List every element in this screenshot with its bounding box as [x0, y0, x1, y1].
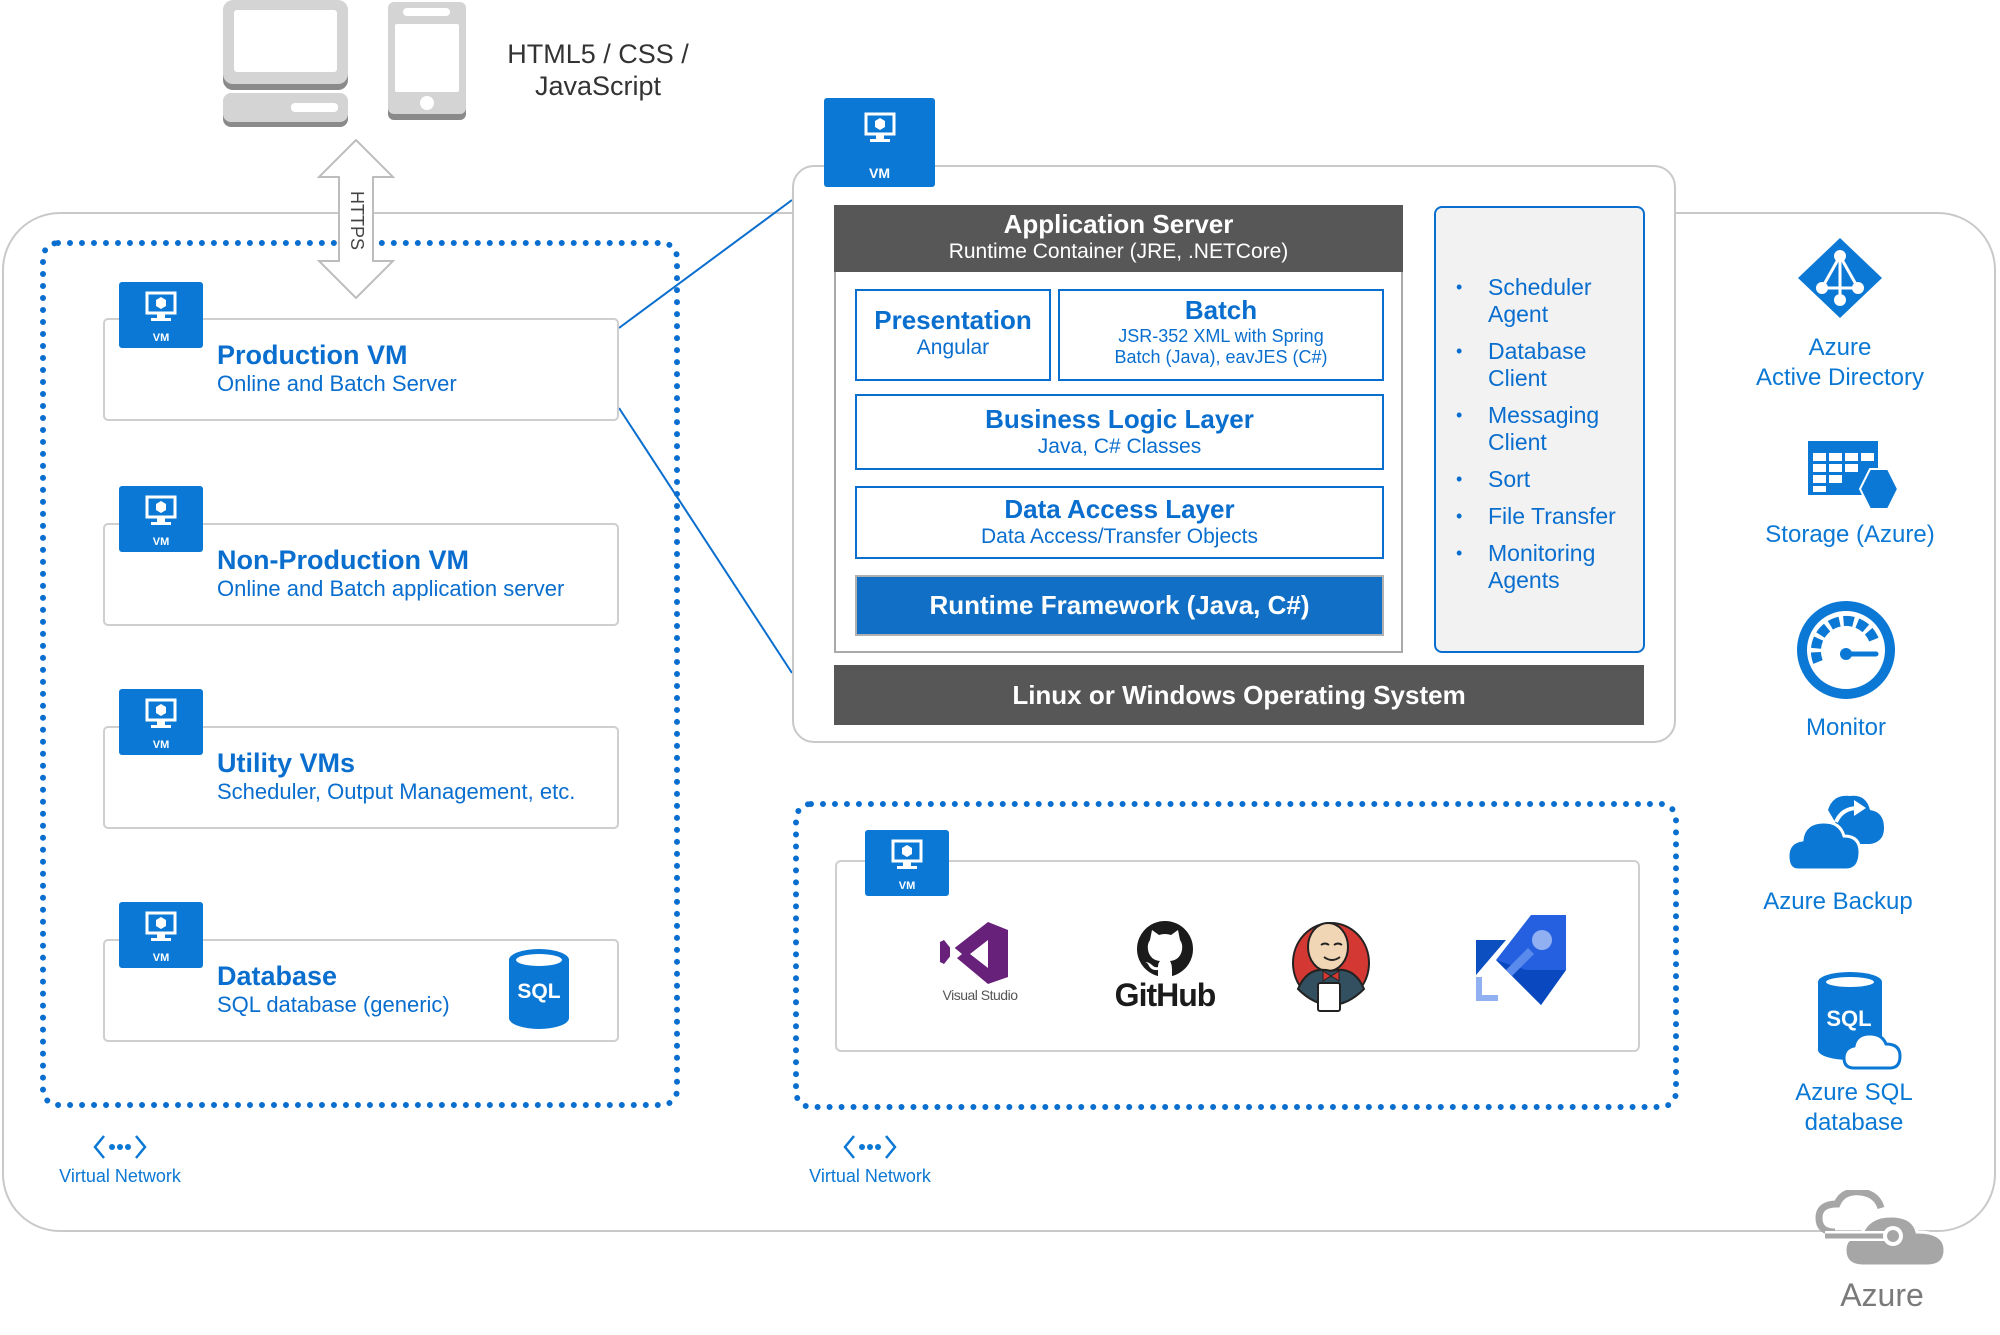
layer-subtitle: JSR-352 XML with Spring [1118, 326, 1324, 346]
vm-label: VM [152, 952, 170, 964]
sql-icon-text: SQL [1826, 1006, 1872, 1031]
vm-label: VM [152, 739, 170, 751]
agent-item: Database Client [1436, 338, 1643, 392]
azure-brand-label: Azure [1840, 1277, 1924, 1313]
layer-title: Batch [1184, 295, 1258, 325]
layer-batch[interactable]: Batch JSR-352 XML with Spring Batch (Jav… [1058, 289, 1384, 381]
https-label: HTTPS [347, 191, 367, 251]
layer-runtime-framework[interactable]: Runtime Framework (Java, C#) [855, 575, 1384, 636]
monitor-gauge-icon [1797, 601, 1895, 699]
https-arrow: HTTPS [316, 138, 396, 300]
virtual-network-devops-label: Virtual Network [790, 1133, 950, 1187]
vm-icon: VM [865, 830, 949, 896]
layer-presentation[interactable]: Presentation Angular [855, 289, 1051, 381]
service-label: Azure SQL [1795, 1079, 1913, 1106]
azure-backup-icon [1786, 795, 1884, 872]
azure-service-storage[interactable]: Storage (Azure) [1740, 441, 1960, 550]
vm-subtitle: Online and Batch Server [217, 371, 457, 396]
layer-title: Presentation [874, 305, 1032, 335]
service-label: Active Directory [1755, 364, 1925, 391]
azure-service-active-directory[interactable]: Azure Active Directory [1740, 238, 1940, 393]
vm-icon: VM [119, 486, 203, 552]
vm-icon: VM [119, 689, 203, 755]
visual-studio-label: Visual Studio [942, 987, 1018, 1003]
storage-icon [1808, 441, 1900, 510]
layer-subtitle: Data Access/Transfer Objects [981, 525, 1258, 548]
agent-item: Scheduler Agent [1436, 274, 1643, 328]
azure-service-monitor[interactable]: Monitor [1746, 600, 1946, 743]
azure-brand: Azure [1812, 1188, 1952, 1314]
visual-studio-icon[interactable]: Visual Studio [935, 922, 1025, 1012]
vm-title: Database [217, 961, 338, 991]
virtual-network-icon [843, 1135, 897, 1159]
layer-title: Runtime Framework (Java, C#) [929, 590, 1310, 620]
layer-title: Business Logic Layer [985, 404, 1254, 434]
sql-icon-text: SQL [517, 980, 561, 1003]
layer-subtitle: Java, C# Classes [1037, 435, 1202, 458]
sql-database-icon: SQL [508, 948, 570, 1030]
layer-data-access[interactable]: Data Access Layer Data Access/Transfer O… [855, 486, 1384, 559]
layer-subtitle: Batch (Java), eavJES (C#) [1114, 347, 1328, 367]
vm-title: Utility VMs [217, 748, 356, 778]
vm-title: Production VM [217, 340, 408, 370]
service-label: Monitor [1805, 714, 1887, 741]
app-server-title: Application Server [1003, 209, 1234, 239]
vm-subtitle: Online and Batch application server [217, 576, 565, 601]
agent-item: File Transfer [1436, 503, 1643, 530]
azure-service-sql-database[interactable]: SQL Azure SQL database [1754, 972, 1954, 1138]
virtual-network-left-label: Virtual Network [40, 1133, 200, 1187]
vm-label: VM [869, 165, 890, 181]
layer-subtitle: Angular [916, 336, 990, 359]
virtual-network-icon [93, 1135, 147, 1159]
app-server-subtitle: Runtime Container (JRE, .NETCore) [948, 240, 1289, 263]
virtual-network-label: Virtual Network [809, 1166, 931, 1186]
agents-panel: Scheduler Agent Database Client Messagin… [1434, 206, 1645, 653]
vm-label: VM [898, 880, 916, 892]
agent-item: Monitoring Agents [1436, 540, 1643, 594]
vm-icon: VM [824, 98, 935, 187]
layer-title: Data Access Layer [1004, 494, 1235, 524]
vm-subtitle: SQL database (generic) [217, 992, 450, 1017]
virtual-network-label: Virtual Network [59, 1166, 181, 1186]
app-server-header: Application Server Runtime Container (JR… [834, 205, 1403, 272]
jenkins-icon[interactable] [1288, 913, 1374, 1013]
agents-list: Scheduler Agent Database Client Messagin… [1436, 274, 1643, 594]
vm-title: Non-Production VM [217, 545, 469, 575]
vm-subtitle: Scheduler, Output Management, etc. [217, 779, 576, 804]
azure-active-directory-icon [1798, 238, 1882, 318]
github-label: GitHub [1114, 977, 1217, 1013]
agent-item: Messaging Client [1436, 402, 1643, 456]
agent-item: Sort [1436, 466, 1643, 493]
vm-label: VM [152, 332, 170, 344]
service-label: Storage (Azure) [1765, 521, 1935, 548]
azure-service-backup[interactable]: Azure Backup [1738, 790, 1938, 917]
vm-icon: VM [119, 282, 203, 348]
vm-icon: VM [119, 902, 203, 968]
vm-label: VM [152, 536, 170, 548]
azure-cloud-icon [1815, 1188, 1947, 1268]
github-icon[interactable]: GitHub [1110, 920, 1220, 1013]
service-label: Azure Backup [1763, 888, 1913, 915]
service-label: database [1804, 1109, 1904, 1136]
operating-system-bar[interactable]: Linux or Windows Operating System [834, 665, 1644, 725]
service-label: Azure [1808, 334, 1872, 361]
azure-pipelines-icon[interactable] [1476, 915, 1566, 1005]
layer-business-logic[interactable]: Business Logic Layer Java, C# Classes [855, 394, 1384, 470]
os-title: Linux or Windows Operating System [1012, 680, 1466, 710]
